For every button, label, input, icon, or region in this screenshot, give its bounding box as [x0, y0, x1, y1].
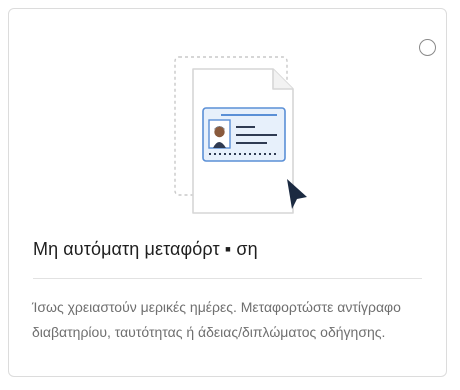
card-divider: [33, 278, 422, 279]
option-description: Ίσως χρειαστούν μερικές ημέρες. Μεταφορτ…: [32, 299, 401, 340]
manual-upload-option-card[interactable]: Μη αυτόματη μεταφόρτ ▪ ση Ίσως χρειαστού…: [8, 8, 447, 377]
option-title: Μη αυτόματη μεταφόρτ ▪ ση: [33, 239, 258, 259]
id-document-upload-icon: [174, 56, 307, 214]
option-radio-button[interactable]: [419, 39, 436, 56]
